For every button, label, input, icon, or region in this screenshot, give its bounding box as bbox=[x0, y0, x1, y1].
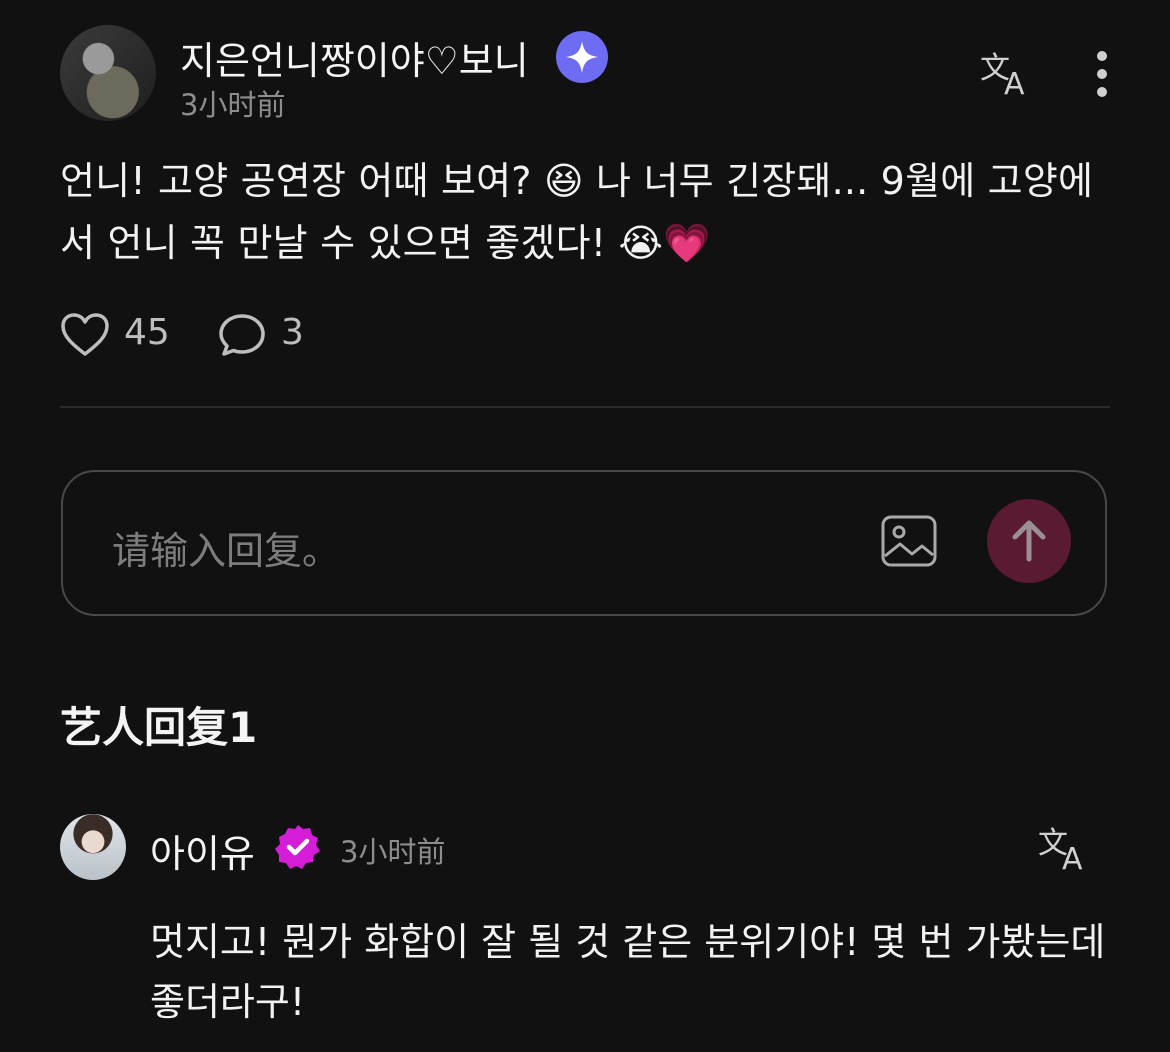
post-body-text: 언니! 고양 공연장 어때 보여? 😆 나 너무 긴장돼... 9월에 고양에서… bbox=[60, 159, 1094, 265]
svg-text:A: A bbox=[1004, 67, 1025, 98]
divider bbox=[60, 406, 1110, 408]
like-count: 45 bbox=[124, 312, 170, 353]
reply-author-avatar[interactable] bbox=[60, 814, 126, 880]
svg-text:A: A bbox=[1062, 842, 1083, 873]
reply-body-text: 멋지고! 뭔가 화합이 잘 될 것 같은 분위기야! 몇 번 가봤는데 좋더라구… bbox=[150, 920, 1106, 1024]
post-author-name[interactable]: 지은언니짱이야♡보니 bbox=[180, 30, 529, 85]
reply-input-placeholder: 请输入回复。 bbox=[112, 529, 341, 573]
reply-translate-icon[interactable]: 文 A bbox=[1038, 823, 1092, 877]
translate-icon[interactable]: 文 A bbox=[980, 48, 1034, 102]
image-icon[interactable] bbox=[880, 514, 938, 568]
verified-badge-icon bbox=[274, 823, 322, 871]
heart-icon[interactable] bbox=[60, 312, 110, 358]
comment-icon[interactable] bbox=[218, 312, 266, 358]
comment-count: 3 bbox=[281, 312, 304, 353]
more-vertical-icon[interactable] bbox=[1094, 50, 1110, 98]
reply-timestamp: 3小时前 bbox=[340, 835, 446, 869]
artist-replies-heading: 艺人回复1 bbox=[60, 703, 258, 752]
post-timestamp: 3小时前 bbox=[180, 88, 286, 122]
arrow-up-icon bbox=[1012, 520, 1046, 562]
sparkle-badge-icon bbox=[556, 31, 608, 83]
send-button[interactable] bbox=[987, 499, 1071, 583]
reply-author-name[interactable]: 아이유 bbox=[150, 823, 255, 878]
post-author-avatar[interactable] bbox=[60, 25, 156, 121]
